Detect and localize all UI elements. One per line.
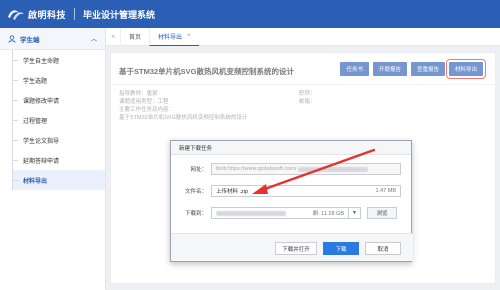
tab-bar: « 首页 材料导出 × [106, 27, 500, 46]
url-field: blob:https://www.qzdatasoft.com/ [211, 163, 401, 175]
dialog-title: 新建下载任务 [171, 141, 411, 155]
logo-text: 啟明科技 [28, 9, 67, 20]
url-label: 网址： [190, 167, 207, 173]
sidebar-item-label: 学生自主命题 [23, 58, 60, 65]
sidebar-item-label: 延期答辩申请 [23, 158, 60, 165]
download-path-field[interactable]: 剩: 11.28 GB [211, 207, 349, 219]
filename-label: 文件名： [184, 189, 207, 195]
download-dialog: 新建下载任务 网址： blob:https://www.qzdatasoft.c… [170, 140, 413, 262]
file-size: 1.47 MB [375, 188, 396, 194]
filename-field[interactable]: 上传材料 .zip 1.47 MB [211, 185, 401, 197]
sidebar-item-process[interactable]: 过程管理 [12, 110, 105, 130]
chevron-up-icon: ︿ [90, 37, 97, 43]
browse-button[interactable]: 浏览 [367, 207, 397, 219]
filename-row: 文件名： 上传材料 .zip 1.47 MB [177, 185, 401, 197]
header-separator [74, 8, 76, 20]
logo: 啟明科技 [6, 0, 66, 28]
sidebar-item-label: 学生论文指导 [23, 138, 60, 145]
sidebar-item-label: 课题修改申请 [23, 98, 60, 105]
sidebar-item-guidance[interactable]: 学生论文指导 [12, 130, 105, 150]
tab-label: 材料导出 [158, 34, 183, 41]
sidebar-group-label: 学生端 [20, 36, 40, 44]
close-icon[interactable]: × [187, 33, 191, 39]
tab-export[interactable]: 材料导出 × [149, 27, 199, 46]
sidebar-item-label: 学生选题 [23, 78, 48, 85]
user-icon [8, 34, 16, 43]
sidebar-group-student[interactable]: 学生端 ︿ [0, 28, 105, 50]
free-space: 剩: 11.28 GB [312, 211, 344, 217]
sidebar-item-select-topic[interactable]: 学生选题 [12, 70, 105, 90]
logo-icon [6, 6, 26, 22]
sidebar-item-defense-delay[interactable]: 延期答辩申请 [12, 150, 105, 170]
cancel-button[interactable]: 取消 [365, 242, 401, 255]
sidebar-item-label: 材料导出 [23, 178, 48, 185]
sidebar-item-label: 过程管理 [23, 118, 48, 125]
url-value: blob:https://www.qzdatasoft.com/ [216, 166, 297, 172]
sidebar-item-export[interactable]: 材料导出 [12, 170, 105, 190]
sidebar-item-self-topic[interactable]: 学生自主命题 [12, 50, 105, 70]
url-row: 网址： blob:https://www.qzdatasoft.com/ [177, 163, 401, 175]
download-to-row: 下载到： 剩: 11.28 GB ▼ 浏览 [177, 207, 397, 219]
chevron-down-icon[interactable]: ▼ [349, 207, 361, 219]
dialog-footer: 下载并打开 下载 取消 [171, 233, 413, 261]
tab-home[interactable]: 首页 [120, 27, 149, 46]
tab-label: 首页 [129, 35, 142, 41]
redacted-text [298, 166, 369, 172]
sidebar: 学生端 ︿ 学生自主命题 学生选题 课题修改申请 过程管理 学生论文指导 延期答… [0, 28, 106, 290]
tabs-scroll-left-icon[interactable]: « [106, 34, 120, 40]
system-title: 毕业设计管理系统 [83, 9, 156, 20]
sidebar-item-topic-change[interactable]: 课题修改申请 [12, 90, 105, 110]
redacted-path [216, 210, 286, 216]
download-button[interactable]: 下载 [323, 242, 359, 255]
download-to-label: 下载到： [184, 211, 207, 217]
top-bar: 啟明科技 毕业设计管理系统 [0, 0, 500, 28]
filename-value: 上传材料 .zip [216, 189, 249, 195]
download-and-open-button[interactable]: 下载并打开 [275, 242, 317, 255]
